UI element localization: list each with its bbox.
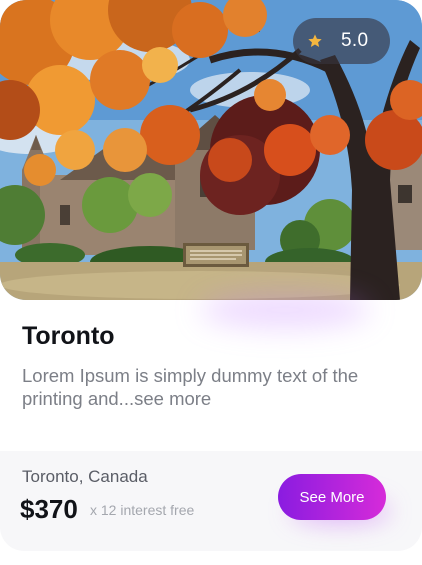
rating-value: 5.0 bbox=[341, 30, 369, 51]
see-more-button[interactable]: See More bbox=[278, 474, 386, 520]
rating-badge: 5.0 bbox=[293, 18, 390, 64]
star-icon bbox=[308, 34, 322, 47]
location-text: Toronto, Canada bbox=[22, 467, 148, 486]
see-more-link[interactable]: see more bbox=[134, 388, 211, 409]
destination-description: Lorem Ipsum is simply dummy text of the … bbox=[22, 364, 392, 410]
photo-shadow-glow bbox=[200, 292, 370, 328]
destination-title: Toronto bbox=[22, 322, 115, 350]
price-value: $370 bbox=[20, 494, 78, 524]
interest-note: x 12 interest free bbox=[90, 502, 195, 518]
destination-card[interactable]: 5.0 Toronto Lorem Ipsum is simply dummy … bbox=[0, 0, 422, 565]
